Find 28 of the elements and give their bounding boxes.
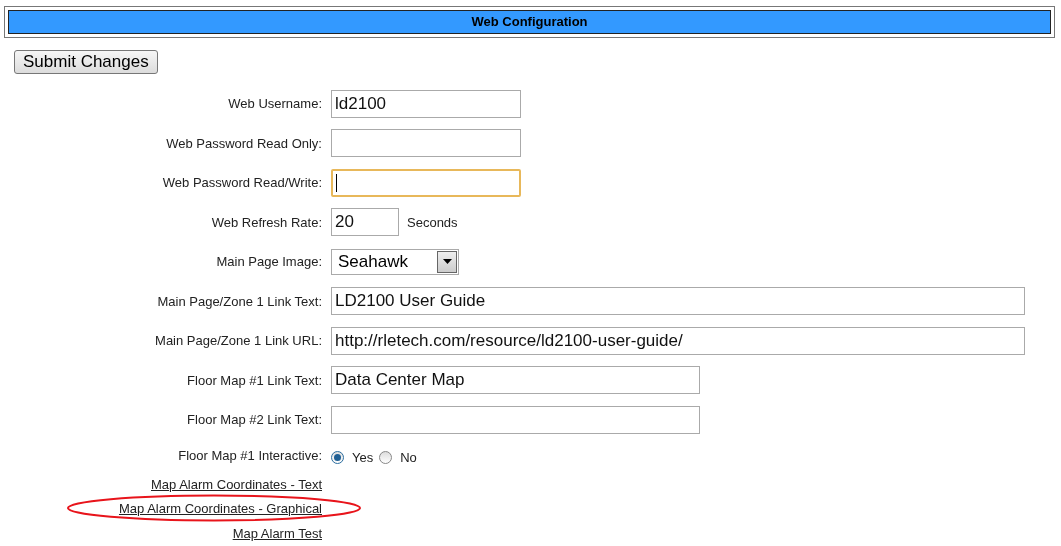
field-label: Floor Map #2 Link Text:	[186, 412, 322, 428]
section-title-bar: Web Configuration	[8, 10, 1051, 34]
radio-label[interactable]: No	[400, 449, 417, 465]
field-label: Web Password Read Only:	[165, 135, 322, 151]
input-field[interactable]	[331, 405, 700, 434]
field-label: Floor Map #1 Interactive:	[177, 448, 322, 463]
field-label: Web Refresh Rate:	[210, 214, 322, 230]
submit-changes-button[interactable]: Submit Changes	[14, 50, 158, 74]
input-field[interactable]: 20	[331, 208, 399, 237]
field-label: Web Username:	[227, 96, 322, 112]
input-field[interactable]: http://rletech.com/resource/ld2100-user-guide/	[331, 326, 1025, 355]
radio-button[interactable]	[331, 450, 344, 464]
radio-button[interactable]	[379, 450, 393, 464]
image-dropdown[interactable]: Seahawk	[331, 248, 459, 275]
map-alarm-link[interactable]: Map Alarm Coordinates - Text	[151, 476, 322, 492]
field-label: Web Password Read/Write:	[161, 175, 322, 191]
field-label: Main Page Image:	[215, 254, 322, 270]
unit-label: Seconds	[407, 214, 458, 230]
field-label: Main Page/Zone 1 Link Text:	[156, 293, 322, 309]
input-field[interactable]	[331, 129, 521, 158]
radio-label[interactable]: Yes	[352, 449, 374, 465]
input-field[interactable]: ld2100	[331, 89, 521, 118]
field-label: Main Page/Zone 1 Link URL:	[154, 333, 322, 349]
input-field[interactable]: Data Center Map	[331, 366, 700, 395]
input-field[interactable]	[331, 168, 521, 197]
input-field[interactable]: LD2100 User Guide	[331, 287, 1025, 316]
map-alarm-link[interactable]: Map Alarm Test	[232, 525, 322, 541]
field-label: Floor Map #1 Link Text:	[186, 372, 322, 388]
